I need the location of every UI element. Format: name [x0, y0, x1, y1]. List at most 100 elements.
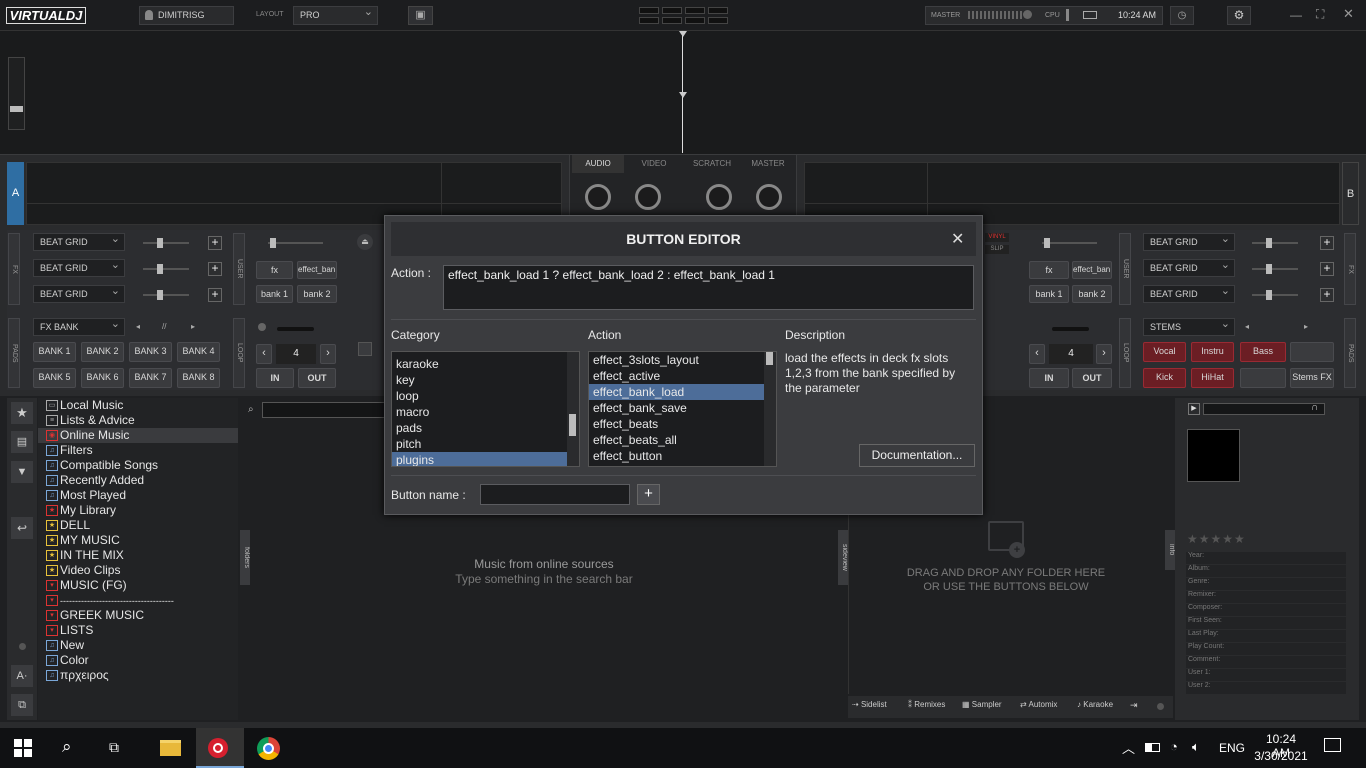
deck-b-effect-bank-button[interactable]: effect_ban... [1072, 261, 1112, 279]
deck-b-bank1-button[interactable]: bank 1 [1029, 285, 1069, 303]
category-item[interactable]: key [392, 372, 579, 388]
mixer-knob-4[interactable] [756, 184, 782, 210]
category-item[interactable]: karaoke [392, 356, 579, 372]
deck-a-bank2-pad[interactable]: BANK 2 [81, 342, 124, 362]
favorites-star-icon[interactable]: ★ [11, 402, 33, 424]
deck-b-kick-pad[interactable]: Kick [1143, 368, 1186, 388]
tree-item-my-music[interactable]: ★ MY MUSIC [38, 533, 238, 548]
deck-b-fx3-slider[interactable] [1252, 290, 1298, 300]
karaoke-tab[interactable]: ♪ Karaoke [1077, 700, 1113, 709]
box-icon[interactable]: ▣ [408, 6, 433, 25]
master-knob[interactable] [1023, 10, 1032, 19]
deck-b-hihat-pad[interactable]: HiHat [1191, 368, 1234, 388]
deck-b-fx1-dropdown[interactable]: BEAT GRID [1143, 231, 1235, 251]
task-view-icon[interactable]: ⧉ [109, 739, 119, 756]
mixer-knob-3[interactable] [706, 184, 732, 210]
maximize-icon[interactable]: ⛶ [1316, 7, 1324, 22]
deck-a-page-prev-icon[interactable]: ◂ [136, 322, 140, 331]
action-item-selected[interactable]: effect_bank_load [589, 384, 764, 400]
deck-b-loop-half-button[interactable]: ‹ [1029, 344, 1045, 364]
deck-b-stems-fx-pad[interactable]: Stems FX [1290, 368, 1334, 388]
deck-b-fx1-add-button[interactable]: + [1320, 236, 1334, 250]
deck-a-bank8-pad[interactable]: BANK 8 [177, 368, 220, 388]
tree-item-proxeiros[interactable]: ♫ πρχειρος [38, 668, 238, 683]
file-explorer-icon[interactable] [160, 740, 181, 756]
deck-b-fx3-add-button[interactable]: + [1320, 288, 1334, 302]
action-field[interactable]: effect_bank_load 1 ? effect_bank_load 2 … [443, 265, 974, 310]
folders-tab[interactable]: folders [240, 530, 250, 585]
deck-a-bank7-pad[interactable]: BANK 7 [129, 368, 172, 388]
mixer-knob-1[interactable] [585, 184, 611, 210]
deck-b-vinyl-button[interactable]: VINYL [985, 233, 1009, 242]
deck-a-fx-tab[interactable]: FX [8, 233, 20, 305]
minimize-icon[interactable]: — [1290, 8, 1302, 22]
deck-a-page-pause-icon[interactable]: // [162, 322, 166, 331]
tray-date[interactable]: 3/30/2021 [1252, 749, 1310, 763]
deck-b-bass-pad[interactable]: Bass [1240, 342, 1286, 362]
deck-b-loop-in-button[interactable]: IN [1029, 368, 1069, 388]
deck-a-loop-out-button[interactable]: OUT [298, 368, 336, 388]
notification-icon[interactable] [1324, 738, 1341, 752]
deck-a-loop-double-button[interactable]: › [320, 344, 336, 364]
mixer-tab-master[interactable]: MASTER [742, 155, 794, 173]
deck-a-fx3-add-button[interactable]: + [208, 288, 222, 302]
tree-item-music-fg[interactable]: ▾ MUSIC (FG) [38, 578, 238, 593]
deck-b-pads-tab[interactable]: PADS [1344, 318, 1356, 388]
tree-item-compatible-songs[interactable]: ♫ Compatible Songs [38, 458, 238, 473]
folder-tree[interactable]: ▭ Local Music ≡ Lists & Advice ◉ Online Mus… [38, 398, 238, 720]
deck-a-fx3-slider[interactable] [143, 290, 189, 300]
category-item[interactable]: loop [392, 388, 579, 404]
tree-item-online-music[interactable]: ◉ Online Music [38, 428, 238, 443]
deck-a-eject-icon[interactable]: ⏏ [357, 234, 373, 250]
tree-item-my-library[interactable]: ★ My Library [38, 503, 238, 518]
chrome-icon[interactable] [257, 737, 280, 760]
deck-b-fx2-slider[interactable] [1252, 264, 1298, 274]
deck-b-page-next-icon[interactable]: ▸ [1304, 322, 1308, 331]
action-item[interactable]: effect_beats_all [589, 432, 776, 448]
deck-a-letter[interactable]: A [7, 162, 24, 225]
deck-a-user-tab[interactable]: USER [233, 233, 245, 305]
top-center-layout[interactable] [639, 7, 729, 25]
sideview-tab[interactable]: sideview [838, 530, 848, 585]
deck-b-loop-out-button[interactable]: OUT [1072, 368, 1112, 388]
tree-item-in-the-mix[interactable]: ★ IN THE MIX [38, 548, 238, 563]
tray-volume-icon[interactable]: 🔈︎ [1192, 739, 1200, 755]
deck-b-slip-button[interactable]: SLIP [985, 245, 1009, 254]
tray-battery-icon[interactable] [1145, 743, 1160, 752]
tree-item-greek-music[interactable]: ▾ GREEK MUSIC [38, 608, 238, 623]
action-item[interactable]: effect_button [589, 448, 776, 464]
tree-item-new[interactable]: ♫ New [38, 638, 238, 653]
zoom-slider[interactable] [8, 57, 25, 130]
deck-a-fx-button[interactable]: fx [256, 261, 293, 279]
deck-a-loop-in-button[interactable]: IN [256, 368, 294, 388]
tree-item-most-played[interactable]: ♫ Most Played [38, 488, 238, 503]
tree-item-video-clips[interactable]: ★ Video Clips [38, 563, 238, 578]
mixer-knob-2[interactable] [635, 184, 661, 210]
deck-a-fx2-add-button[interactable]: + [208, 262, 222, 276]
tree-item-separator[interactable]: ▾ -------------------------------------- [38, 593, 238, 608]
deck-b-loop-tab[interactable]: LOOP [1119, 318, 1131, 388]
search-input[interactable] [262, 402, 387, 418]
deck-a-fx3-dropdown[interactable]: BEAT GRID [33, 283, 125, 303]
tree-item-lists-advice[interactable]: ≡ Lists & Advice [38, 413, 238, 428]
category-item[interactable]: macro [392, 404, 579, 420]
deck-b-fx3-dropdown[interactable]: BEAT GRID [1143, 283, 1235, 303]
deck-b-bank2-button[interactable]: bank 2 [1072, 285, 1112, 303]
deck-a-fx-bank-dropdown[interactable]: FX BANK [33, 316, 125, 336]
deck-a-effect-bank-button[interactable]: effect_ban... [297, 261, 337, 279]
mixer-tab-video[interactable]: VIDEO [628, 155, 680, 173]
headphones-icon[interactable]: ∩ [1311, 402, 1318, 413]
deck-b-fx1-slider[interactable] [1252, 238, 1298, 248]
deck-a-fx2-slider[interactable] [143, 264, 189, 274]
action-item[interactable]: effect_active [589, 368, 776, 384]
deck-b-letter[interactable]: B [1342, 162, 1359, 225]
virtualdj-taskbar-icon[interactable] [196, 728, 244, 768]
dialog-close-icon[interactable]: ✕ [951, 229, 964, 249]
deck-a-fx1-dropdown[interactable]: BEAT GRID [33, 231, 125, 251]
deck-b-vocal-pad[interactable]: Vocal [1143, 342, 1186, 362]
deck-b-fx2-add-button[interactable]: + [1320, 262, 1334, 276]
deck-b-empty-pad-2[interactable] [1240, 368, 1286, 388]
deck-b-fx-tab[interactable]: FX [1344, 233, 1356, 305]
sidelist-menu-icon[interactable]: ⇥ [1130, 700, 1138, 711]
tree-item-lists[interactable]: ▾ LISTS [38, 623, 238, 638]
